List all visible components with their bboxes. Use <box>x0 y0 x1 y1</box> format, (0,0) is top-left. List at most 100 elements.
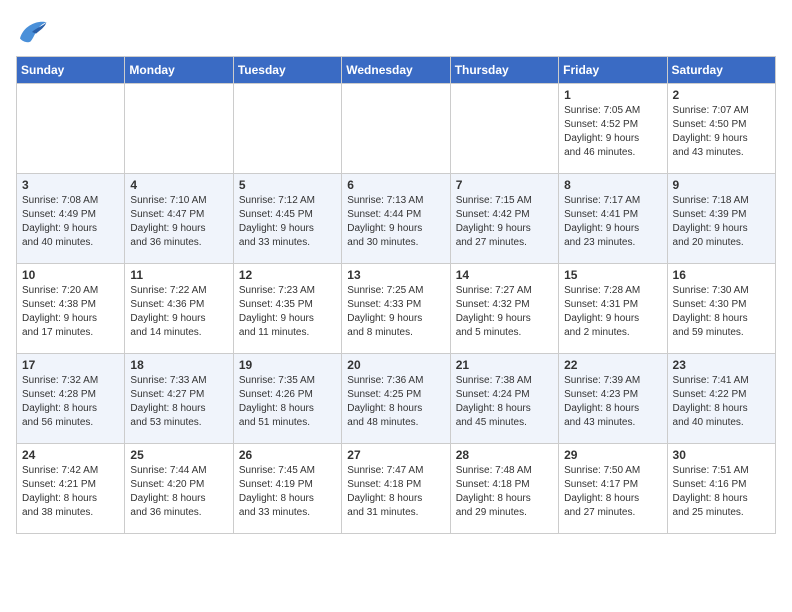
day-info: Sunrise: 7:38 AM Sunset: 4:24 PM Dayligh… <box>456 374 553 430</box>
calendar-cell: 26 Sunrise: 7:45 AM Sunset: 4:19 PM Dayli… <box>233 444 341 534</box>
calendar-week-2: 3 Sunrise: 7:08 AM Sunset: 4:49 PM Daylig… <box>17 174 776 264</box>
header-sunday: Sunday <box>17 57 125 84</box>
calendar-cell: 13 Sunrise: 7:25 AM Sunset: 4:33 PM Dayli… <box>342 264 450 354</box>
day-number: 3 <box>22 178 119 192</box>
day-info: Sunrise: 7:42 AM Sunset: 4:21 PM Dayligh… <box>22 464 119 520</box>
calendar-cell <box>125 84 233 174</box>
day-info: Sunrise: 7:44 AM Sunset: 4:20 PM Dayligh… <box>130 464 227 520</box>
day-number: 9 <box>673 178 770 192</box>
calendar-cell: 21 Sunrise: 7:38 AM Sunset: 4:24 PM Dayli… <box>450 354 558 444</box>
day-number: 5 <box>239 178 336 192</box>
day-number: 30 <box>673 448 770 462</box>
day-number: 19 <box>239 358 336 372</box>
day-info: Sunrise: 7:47 AM Sunset: 4:18 PM Dayligh… <box>347 464 444 520</box>
day-number: 26 <box>239 448 336 462</box>
day-number: 2 <box>673 88 770 102</box>
day-info: Sunrise: 7:07 AM Sunset: 4:50 PM Dayligh… <box>673 104 770 160</box>
calendar-cell: 3 Sunrise: 7:08 AM Sunset: 4:49 PM Daylig… <box>17 174 125 264</box>
day-number: 20 <box>347 358 444 372</box>
calendar-cell: 5Sunrise: 7:12 AM Sunset: 4:45 PM Daylig… <box>233 174 341 264</box>
day-info: Sunrise: 7:15 AM Sunset: 4:42 PM Dayligh… <box>456 194 553 250</box>
header-thursday: Thursday <box>450 57 558 84</box>
day-info: Sunrise: 7:25 AM Sunset: 4:33 PM Dayligh… <box>347 284 444 340</box>
calendar-cell: 11 Sunrise: 7:22 AM Sunset: 4:36 PM Dayli… <box>125 264 233 354</box>
day-number: 15 <box>564 268 661 282</box>
calendar-cell: 10Sunrise: 7:20 AM Sunset: 4:38 PM Dayli… <box>17 264 125 354</box>
day-info: Sunrise: 7:13 AM Sunset: 4:44 PM Dayligh… <box>347 194 444 250</box>
day-number: 28 <box>456 448 553 462</box>
day-number: 12 <box>239 268 336 282</box>
calendar-cell <box>450 84 558 174</box>
calendar-week-3: 10Sunrise: 7:20 AM Sunset: 4:38 PM Dayli… <box>17 264 776 354</box>
day-info: Sunrise: 7:18 AM Sunset: 4:39 PM Dayligh… <box>673 194 770 250</box>
day-info: Sunrise: 7:27 AM Sunset: 4:32 PM Dayligh… <box>456 284 553 340</box>
calendar-cell: 23 Sunrise: 7:41 AM Sunset: 4:22 PM Dayli… <box>667 354 775 444</box>
calendar-cell <box>342 84 450 174</box>
header-wednesday: Wednesday <box>342 57 450 84</box>
calendar-cell: 19 Sunrise: 7:35 AM Sunset: 4:26 PM Dayli… <box>233 354 341 444</box>
calendar-cell: 4 Sunrise: 7:10 AM Sunset: 4:47 PM Daylig… <box>125 174 233 264</box>
day-info: Sunrise: 7:20 AM Sunset: 4:38 PM Dayligh… <box>22 284 119 340</box>
day-info: Sunrise: 7:17 AM Sunset: 4:41 PM Dayligh… <box>564 194 661 250</box>
header-saturday: Saturday <box>667 57 775 84</box>
day-info: Sunrise: 7:36 AM Sunset: 4:25 PM Dayligh… <box>347 374 444 430</box>
day-info: Sunrise: 7:05 AM Sunset: 4:52 PM Dayligh… <box>564 104 661 160</box>
day-info: Sunrise: 7:35 AM Sunset: 4:26 PM Dayligh… <box>239 374 336 430</box>
day-info: Sunrise: 7:32 AM Sunset: 4:28 PM Dayligh… <box>22 374 119 430</box>
calendar-cell: 8 Sunrise: 7:17 AM Sunset: 4:41 PM Daylig… <box>559 174 667 264</box>
day-number: 27 <box>347 448 444 462</box>
day-info: Sunrise: 7:28 AM Sunset: 4:31 PM Dayligh… <box>564 284 661 340</box>
calendar-cell: 1 Sunrise: 7:05 AM Sunset: 4:52 PM Daylig… <box>559 84 667 174</box>
day-number: 22 <box>564 358 661 372</box>
day-info: Sunrise: 7:23 AM Sunset: 4:35 PM Dayligh… <box>239 284 336 340</box>
calendar-table: SundayMondayTuesdayWednesdayThursdayFrid… <box>16 56 776 534</box>
calendar-cell: 20 Sunrise: 7:36 AM Sunset: 4:25 PM Dayli… <box>342 354 450 444</box>
day-number: 16 <box>673 268 770 282</box>
day-number: 8 <box>564 178 661 192</box>
calendar-cell: 18 Sunrise: 7:33 AM Sunset: 4:27 PM Dayli… <box>125 354 233 444</box>
day-info: Sunrise: 7:39 AM Sunset: 4:23 PM Dayligh… <box>564 374 661 430</box>
day-number: 1 <box>564 88 661 102</box>
day-info: Sunrise: 7:48 AM Sunset: 4:18 PM Dayligh… <box>456 464 553 520</box>
day-number: 24 <box>22 448 119 462</box>
calendar-cell: 17 Sunrise: 7:32 AM Sunset: 4:28 PM Dayli… <box>17 354 125 444</box>
day-info: Sunrise: 7:22 AM Sunset: 4:36 PM Dayligh… <box>130 284 227 340</box>
calendar-cell <box>233 84 341 174</box>
day-info: Sunrise: 7:50 AM Sunset: 4:17 PM Dayligh… <box>564 464 661 520</box>
calendar-cell: 27 Sunrise: 7:47 AM Sunset: 4:18 PM Dayli… <box>342 444 450 534</box>
day-number: 25 <box>130 448 227 462</box>
calendar-header-row: SundayMondayTuesdayWednesdayThursdayFrid… <box>17 57 776 84</box>
header-tuesday: Tuesday <box>233 57 341 84</box>
day-info: Sunrise: 7:51 AM Sunset: 4:16 PM Dayligh… <box>673 464 770 520</box>
calendar-cell <box>17 84 125 174</box>
header-monday: Monday <box>125 57 233 84</box>
calendar-week-5: 24 Sunrise: 7:42 AM Sunset: 4:21 PM Dayli… <box>17 444 776 534</box>
calendar-week-1: 1 Sunrise: 7:05 AM Sunset: 4:52 PM Daylig… <box>17 84 776 174</box>
day-number: 11 <box>130 268 227 282</box>
day-number: 23 <box>673 358 770 372</box>
day-number: 6 <box>347 178 444 192</box>
day-number: 13 <box>347 268 444 282</box>
day-info: Sunrise: 7:41 AM Sunset: 4:22 PM Dayligh… <box>673 374 770 430</box>
day-info: Sunrise: 7:10 AM Sunset: 4:47 PM Dayligh… <box>130 194 227 250</box>
day-number: 21 <box>456 358 553 372</box>
calendar-cell: 16Sunrise: 7:30 AM Sunset: 4:30 PM Dayli… <box>667 264 775 354</box>
day-number: 18 <box>130 358 227 372</box>
calendar-cell: 24 Sunrise: 7:42 AM Sunset: 4:21 PM Dayli… <box>17 444 125 534</box>
calendar-cell: 7Sunrise: 7:15 AM Sunset: 4:42 PM Daylig… <box>450 174 558 264</box>
calendar-cell: 2 Sunrise: 7:07 AM Sunset: 4:50 PM Daylig… <box>667 84 775 174</box>
calendar-cell: 29Sunrise: 7:50 AM Sunset: 4:17 PM Dayli… <box>559 444 667 534</box>
calendar-cell: 6 Sunrise: 7:13 AM Sunset: 4:44 PM Daylig… <box>342 174 450 264</box>
day-info: Sunrise: 7:33 AM Sunset: 4:27 PM Dayligh… <box>130 374 227 430</box>
calendar-cell: 15 Sunrise: 7:28 AM Sunset: 4:31 PM Dayli… <box>559 264 667 354</box>
day-number: 4 <box>130 178 227 192</box>
page-header <box>16 16 776 44</box>
day-number: 17 <box>22 358 119 372</box>
day-info: Sunrise: 7:08 AM Sunset: 4:49 PM Dayligh… <box>22 194 119 250</box>
day-info: Sunrise: 7:45 AM Sunset: 4:19 PM Dayligh… <box>239 464 336 520</box>
calendar-cell: 22 Sunrise: 7:39 AM Sunset: 4:23 PM Dayli… <box>559 354 667 444</box>
logo-icon <box>16 16 48 44</box>
calendar-cell: 30 Sunrise: 7:51 AM Sunset: 4:16 PM Dayli… <box>667 444 775 534</box>
logo <box>16 16 52 44</box>
calendar-cell: 9 Sunrise: 7:18 AM Sunset: 4:39 PM Daylig… <box>667 174 775 264</box>
